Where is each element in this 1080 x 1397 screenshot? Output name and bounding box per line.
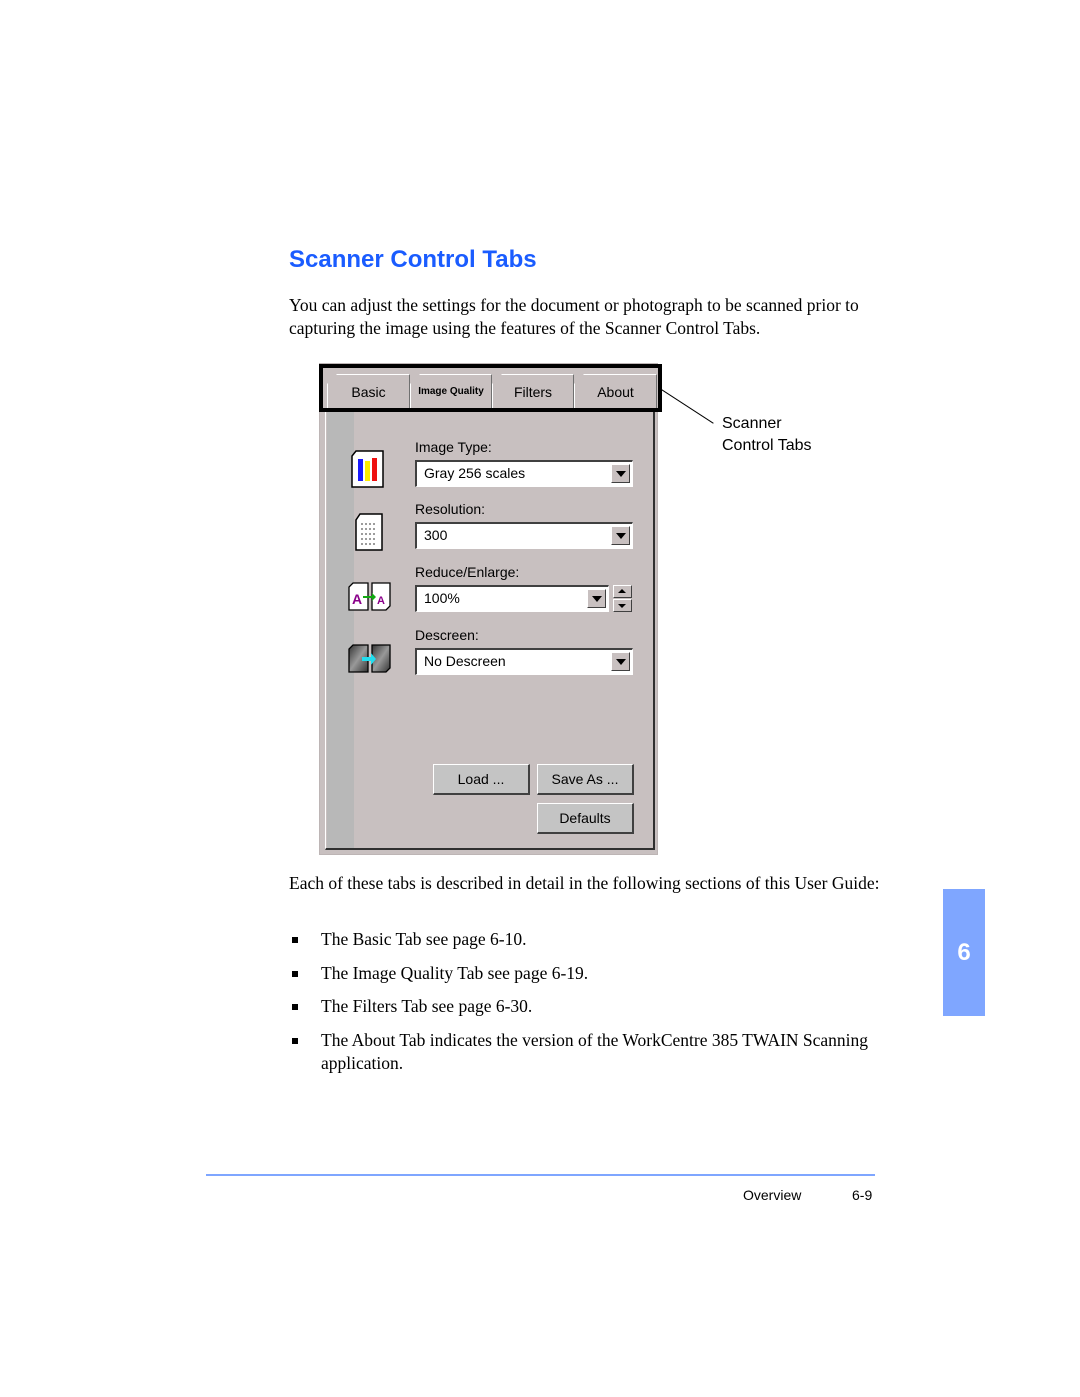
descreen-label: Descreen: bbox=[415, 627, 479, 643]
scanner-dialog: Image Type: Gray 256 scales Resolution: … bbox=[319, 363, 658, 855]
tab-image-quality[interactable]: Image Quality bbox=[410, 374, 492, 408]
reduce-enlarge-select[interactable]: 100% bbox=[415, 585, 609, 612]
color-bars-icon bbox=[351, 450, 384, 488]
reduce-enlarge-label: Reduce/Enlarge: bbox=[415, 564, 520, 580]
svg-text:A: A bbox=[352, 591, 362, 607]
callout-line-1: Scanner bbox=[722, 415, 782, 432]
reduce-enlarge-value: 100% bbox=[424, 590, 460, 606]
chevron-down-icon[interactable] bbox=[611, 526, 630, 545]
tab-filters[interactable]: Filters bbox=[492, 374, 574, 408]
defaults-button[interactable]: Defaults bbox=[537, 803, 634, 834]
resize-pages-icon: A A bbox=[348, 582, 391, 611]
image-type-value: Gray 256 scales bbox=[424, 465, 526, 481]
body-paragraph: Each of these tabs is described in detai… bbox=[289, 873, 880, 893]
tab-basic[interactable]: Basic bbox=[327, 374, 410, 408]
image-type-select[interactable]: Gray 256 scales bbox=[415, 460, 633, 487]
tab-list: The Basic Tab see page 6-10. The Image Q… bbox=[289, 928, 889, 1085]
intro-paragraph: You can adjust the settings for the docu… bbox=[289, 295, 859, 338]
footer-page-number: 6-9 bbox=[852, 1187, 873, 1203]
list-item: The Filters Tab see page 6-30. bbox=[289, 995, 889, 1018]
svg-text:A: A bbox=[377, 595, 385, 607]
resolution-select[interactable]: 300 bbox=[415, 522, 633, 549]
callout-line-2: Control Tabs bbox=[722, 437, 812, 454]
bullet-icon bbox=[292, 970, 298, 977]
load-button[interactable]: Load ... bbox=[433, 764, 530, 795]
dotted-page-icon bbox=[355, 513, 383, 551]
footer-section: Overview bbox=[743, 1187, 802, 1203]
scanner-control-tabs: Basic Image Quality Filters About bbox=[319, 364, 662, 412]
descreen-pages-icon bbox=[348, 644, 391, 673]
save-as-button[interactable]: Save As ... bbox=[537, 764, 634, 795]
callout-leader-line bbox=[659, 388, 714, 424]
bullet-icon bbox=[292, 1037, 298, 1044]
callout-label: Scanner Control Tabs bbox=[722, 413, 812, 457]
bullet-icon bbox=[292, 937, 298, 943]
list-item: The About Tab indicates the version of t… bbox=[289, 1029, 889, 1075]
spin-down-button[interactable] bbox=[613, 599, 632, 612]
chevron-down-icon[interactable] bbox=[587, 589, 606, 608]
descreen-value: No Descreen bbox=[424, 653, 506, 669]
resolution-value: 300 bbox=[424, 527, 448, 543]
list-item: The Basic Tab see page 6-10. bbox=[289, 928, 889, 951]
chapter-tab: 6 bbox=[943, 889, 985, 1016]
list-item: The Image Quality Tab see page 6-19. bbox=[289, 962, 889, 985]
tab-about[interactable]: About bbox=[574, 374, 657, 408]
image-type-label: Image Type: bbox=[415, 439, 492, 455]
chevron-down-icon[interactable] bbox=[611, 652, 630, 671]
descreen-select[interactable]: No Descreen bbox=[415, 648, 633, 675]
resolution-label: Resolution: bbox=[415, 501, 486, 517]
spin-up-button[interactable] bbox=[613, 585, 632, 598]
page-title: Scanner Control Tabs bbox=[289, 246, 537, 273]
footer-rule bbox=[206, 1174, 875, 1176]
bullet-icon bbox=[292, 1004, 298, 1010]
tab-panel: Image Type: Gray 256 scales Resolution: … bbox=[325, 412, 655, 850]
chevron-down-icon[interactable] bbox=[611, 464, 630, 483]
